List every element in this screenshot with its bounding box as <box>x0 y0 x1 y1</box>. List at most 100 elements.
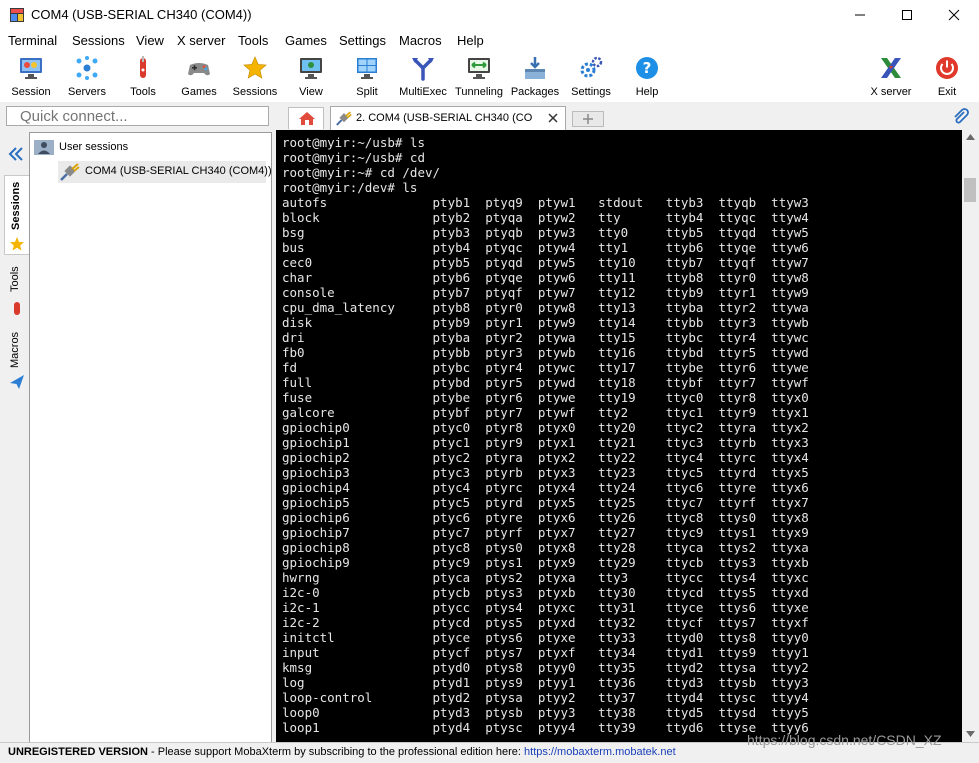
sessions-label: Sessions <box>232 86 278 98</box>
view-button[interactable]: View <box>283 53 339 99</box>
help-button[interactable]: ? Help <box>619 53 675 99</box>
session-button[interactable]: Session <box>3 53 59 99</box>
terminal-line: loop-control ptyd2 ptysa ptyy2 tty37 tty… <box>282 690 809 705</box>
close-tab-icon[interactable] <box>548 113 558 123</box>
view-label: View <box>299 86 323 98</box>
session-tab-com4[interactable]: 2. COM4 (USB-SERIAL CH340 (CO <box>330 106 566 130</box>
paperclip-icon[interactable] <box>952 108 970 126</box>
multiexec-button[interactable]: MultiExec <box>395 53 451 99</box>
session-tab-label: 2. COM4 (USB-SERIAL CH340 (CO <box>356 112 533 124</box>
side-tab-macros-label: Macros <box>9 331 21 368</box>
menu-tools[interactable]: Tools <box>238 33 268 48</box>
minimize-button[interactable] <box>837 0 883 30</box>
side-tab-strip: Sessions Tools Macros <box>4 132 29 394</box>
tools-knife-icon <box>14 302 20 315</box>
tunneling-button[interactable]: Tunneling <box>451 53 507 99</box>
menu-terminal[interactable]: Terminal <box>8 33 57 48</box>
menu-sessions[interactable]: Sessions <box>72 33 125 48</box>
quick-connect-input[interactable] <box>7 107 260 125</box>
sessions-button[interactable]: Sessions <box>227 53 283 99</box>
split-icon <box>357 58 377 79</box>
terminal-line: gpiochip8 ptyc8 ptys0 ptyx8 tty28 ttyca … <box>282 540 809 555</box>
terminal-line: loop0 ptyd3 ptysb ptyy3 tty38 ttyd5 ttys… <box>282 705 809 720</box>
packages-label: Packages <box>510 86 560 98</box>
user-folder-icon <box>34 140 54 155</box>
terminal-line: hwrng ptyca ptys2 ptyxa tty3 ttycc ttys4… <box>282 570 809 585</box>
tunneling-label: Tunneling <box>455 86 503 98</box>
serial-plug-icon <box>60 163 80 181</box>
help-question-icon: ? <box>636 57 658 79</box>
new-tab-button[interactable] <box>572 111 604 127</box>
tunneling-icon <box>468 58 490 79</box>
servers-button[interactable]: Servers <box>59 53 115 99</box>
power-icon <box>936 57 958 79</box>
session-item-com4[interactable]: COM4 (USB-SERIAL CH340 (COM4)) <box>58 161 272 183</box>
terminal-view[interactable]: root@myir:~/usb# ls root@myir:~/usb# cd ro… <box>276 130 962 742</box>
terminal-line: gpiochip3 ptyc3 ptyrb ptyx3 tty23 ttyc5 … <box>282 465 809 480</box>
terminal-line: full ptybd ptyr5 ptywd tty18 ttybf ttyr7… <box>282 375 809 390</box>
scroll-down-arrow-icon[interactable] <box>966 731 975 737</box>
scrollbar-thumb[interactable] <box>964 178 976 202</box>
terminal-line: console ptyb7 ptyqf ptyw7 tty12 ttyb9 tt… <box>282 285 809 300</box>
terminal-line: root@myir:/dev# ls <box>282 180 418 195</box>
terminal-scrollbar[interactable] <box>962 130 979 742</box>
exit-button[interactable]: Exit <box>919 53 975 99</box>
split-button[interactable]: Split <box>339 53 395 99</box>
menu-settings[interactable]: Settings <box>339 33 386 48</box>
close-icon <box>948 9 960 21</box>
terminal-line: bsg ptyb3 ptyqb ptyw3 tty0 ttyb5 ttyqd t… <box>282 225 809 240</box>
menu-help[interactable]: Help <box>457 33 484 48</box>
maximize-icon <box>902 10 912 20</box>
terminal-line: autofs ptyb1 ptyq9 ptyw1 stdout ttyb3 tt… <box>282 195 809 210</box>
games-label: Games <box>181 86 217 98</box>
terminal-line: input ptycf ptys7 ptyxf tty34 ttyd1 ttys… <box>282 645 809 660</box>
menu-bar: Terminal Sessions View X server Tools Ga… <box>0 30 979 50</box>
tab-bar: 2. COM4 (USB-SERIAL CH340 (CO <box>276 105 979 130</box>
x-server-button[interactable]: X server <box>863 53 919 99</box>
terminal-line: gpiochip9 ptyc9 ptys1 ptyx9 tty29 ttycb … <box>282 555 809 570</box>
scroll-up-arrow-icon[interactable] <box>966 134 975 140</box>
settings-button[interactable]: Settings <box>563 53 619 99</box>
terminal-line: galcore ptybf ptyr7 ptywf tty2 ttyc1 tty… <box>282 405 809 420</box>
menu-view[interactable]: View <box>136 33 164 48</box>
side-tab-tools-label: Tools <box>9 266 21 292</box>
sessions-panel: User sessions COM4 (USB-SERIAL CH340 (CO… <box>29 132 272 744</box>
terminal-line: i2c-0 ptycb ptys3 ptyxb tty30 ttycd ttys… <box>282 585 809 600</box>
side-tab-tools[interactable]: Tools <box>4 258 29 320</box>
toolbar: Session Servers Tools Games Sessions Vie… <box>0 50 979 102</box>
close-window-button[interactable] <box>931 0 977 30</box>
maximize-button[interactable] <box>884 0 930 30</box>
tools-button[interactable]: Tools <box>115 53 171 99</box>
home-tab[interactable] <box>288 107 324 129</box>
packages-button[interactable]: Packages <box>507 53 563 99</box>
terminal-line: initctl ptyce ptys6 ptyxe tty33 ttyd0 tt… <box>282 630 809 645</box>
mobaxterm-app-icon <box>10 8 24 22</box>
terminal-line: disk ptyb9 ptyr1 ptyw9 tty14 ttybb ttyr3… <box>282 315 809 330</box>
menu-games[interactable]: Games <box>285 33 327 48</box>
terminal-line: fb0 ptybb ptyr3 ptywb tty16 ttybd ttyr5 … <box>282 345 809 360</box>
minimize-icon <box>855 14 865 16</box>
terminal-line: i2c-1 ptycc ptys4 ptyxc tty31 ttyce ttys… <box>282 600 809 615</box>
collapse-panel-button[interactable] <box>8 146 24 165</box>
terminal-line: gpiochip7 ptyc7 ptyrf ptyx7 tty27 ttyc9 … <box>282 525 809 540</box>
multiexec-label: MultiExec <box>399 86 447 98</box>
status-message: - Please support MobaXterm by subscribin… <box>147 746 525 758</box>
side-tab-sessions[interactable]: Sessions <box>4 175 29 255</box>
games-button[interactable]: Games <box>171 53 227 99</box>
terminal-line: gpiochip2 ptyc2 ptyra ptyx2 tty22 ttyc4 … <box>282 450 809 465</box>
terminal-line: root@myir:~/usb# ls <box>282 135 425 150</box>
terminal-line: i2c-2 ptycd ptys5 ptyxd tty32 ttycf ttys… <box>282 615 809 630</box>
mobaxterm-link[interactable]: https://mobaxterm.mobatek.net <box>524 746 676 758</box>
gears-icon <box>580 56 603 78</box>
gamepad-icon <box>188 63 210 76</box>
home-icon <box>299 112 315 125</box>
menu-x-server[interactable]: X server <box>177 33 225 48</box>
status-text: UNREGISTERED VERSION - Please support Mo… <box>8 746 676 758</box>
side-tab-macros[interactable]: Macros <box>4 324 29 394</box>
csdn-watermark: https://blog.csdn.net/CSDN_XZ <box>747 732 942 748</box>
title-bar: COM4 (USB-SERIAL CH340 (COM4)) <box>0 0 979 30</box>
terminal-line: dri ptyba ptyr2 ptywa tty15 ttybc ttyr4 … <box>282 330 809 345</box>
menu-macros[interactable]: Macros <box>399 33 442 48</box>
multiexec-fork-icon <box>412 58 434 81</box>
terminal-line: fuse ptybe ptyr6 ptywe tty19 ttyc0 ttyr8… <box>282 390 809 405</box>
